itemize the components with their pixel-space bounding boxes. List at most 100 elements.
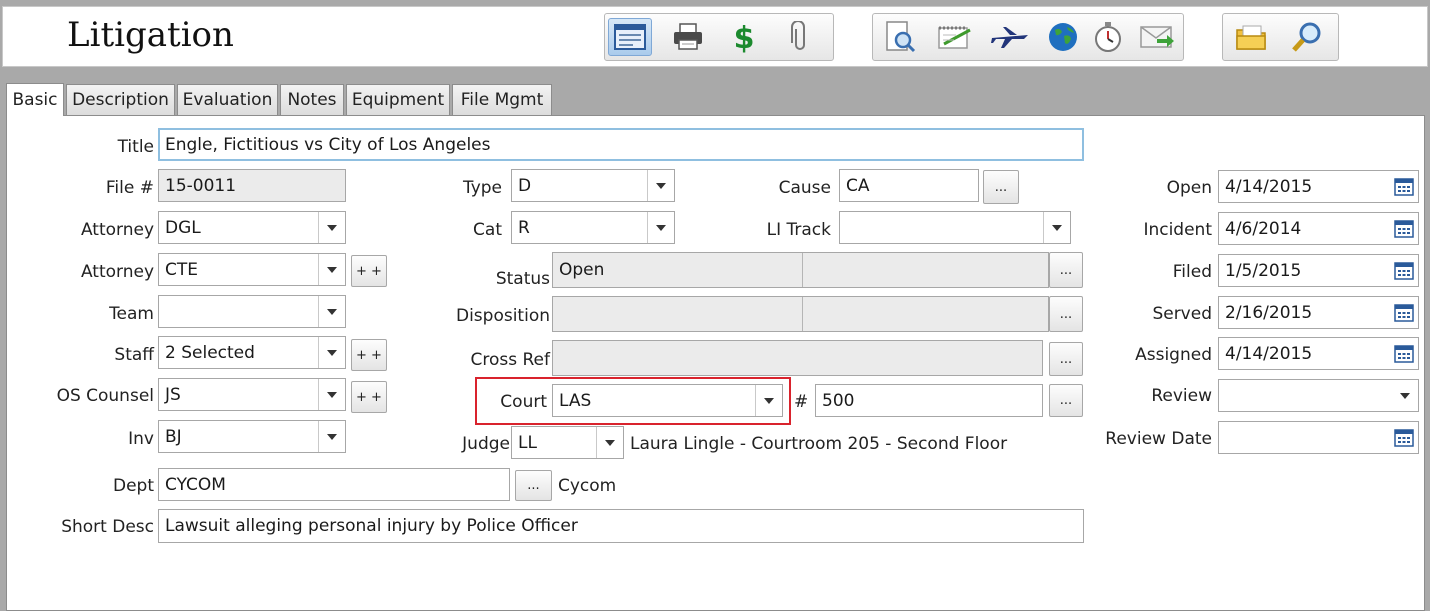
staff-dropdown-button[interactable] <box>318 337 345 368</box>
billing-button[interactable]: $ <box>722 18 766 56</box>
attorney-dropdown-button[interactable] <box>318 212 345 243</box>
filed-date-picker-button[interactable] <box>1390 255 1418 286</box>
cause-lookup-button[interactable]: ... <box>983 170 1019 204</box>
disposition-field <box>552 296 1049 332</box>
li-track-dropdown-button[interactable] <box>1043 212 1070 243</box>
served-date-label: Served <box>1152 304 1212 324</box>
review-dropdown[interactable] <box>1218 379 1419 412</box>
review-date-picker-button[interactable] <box>1390 422 1418 453</box>
tab-file-mgmt[interactable]: File Mgmt <box>452 84 552 115</box>
attorney-dropdown[interactable]: DGL <box>158 211 346 244</box>
os-counsel-dropdown[interactable]: JS <box>158 378 346 411</box>
court-number-input[interactable]: 500 <box>815 384 1043 417</box>
attorney-add-button[interactable]: + + <box>351 255 387 287</box>
inv-value: BJ <box>165 426 182 447</box>
web-button[interactable] <box>1041 18 1085 56</box>
airplane-icon <box>991 27 1028 48</box>
type-dropdown-button[interactable] <box>647 170 674 201</box>
preview-button[interactable] <box>878 18 922 56</box>
timer-button[interactable] <box>1086 18 1130 56</box>
judge-dropdown[interactable]: LL <box>511 426 624 459</box>
send-email-button[interactable] <box>1135 18 1179 56</box>
cat-dropdown-button[interactable] <box>647 212 674 243</box>
svg-text:$: $ <box>734 21 755 53</box>
judge-name-text: Laura Lingle - Courtroom 205 - Second Fl… <box>630 434 1008 454</box>
assigned-date-picker-button[interactable] <box>1390 338 1418 369</box>
short-desc-input[interactable]: Lawsuit alleging personal injury by Poli… <box>158 509 1084 543</box>
tab-description[interactable]: Description <box>66 84 175 115</box>
status-lookup-button[interactable]: ... <box>1049 252 1083 288</box>
disposition-label: Disposition <box>455 306 550 326</box>
tab-evaluation[interactable]: Evaluation <box>177 84 278 115</box>
calendar-icon <box>1394 261 1414 280</box>
attorney-value: DGL <box>165 217 201 238</box>
tab-basic[interactable]: Basic <box>6 83 64 116</box>
os-counsel-add-button[interactable]: + + <box>351 381 387 413</box>
served-date-value: 2/16/2015 <box>1225 302 1313 323</box>
review-date-input[interactable] <box>1218 421 1419 454</box>
chevron-down-icon <box>327 308 337 315</box>
status-value: Open <box>559 260 605 280</box>
assigned-date-value: 4/14/2015 <box>1225 343 1313 364</box>
toolbar-group-record: $ <box>604 13 834 61</box>
open-folder-button[interactable] <box>1229 18 1273 56</box>
open-date-picker-button[interactable] <box>1390 171 1418 202</box>
inv-dropdown-button[interactable] <box>318 421 345 452</box>
status-divider <box>802 253 803 287</box>
dept-lookup-button[interactable]: ... <box>515 470 552 501</box>
cat-value: R <box>518 217 530 238</box>
email-arrow-icon <box>1140 26 1174 48</box>
attorney-2-dropdown-button[interactable] <box>318 254 345 285</box>
notes-button[interactable] <box>932 18 976 56</box>
chevron-down-icon <box>327 266 337 273</box>
chevron-down-icon <box>605 439 615 446</box>
notepad-icon <box>938 26 971 49</box>
assigned-date-input[interactable]: 4/14/2015 <box>1218 337 1419 370</box>
dept-input[interactable]: CYCOM <box>158 468 510 501</box>
review-label: Review <box>1151 386 1212 406</box>
form-view-button[interactable] <box>608 18 652 56</box>
attorney-2-label: Attorney <box>80 262 154 282</box>
team-dropdown-button[interactable] <box>318 296 345 327</box>
court-number-lookup-button[interactable]: ... <box>1049 384 1083 417</box>
staff-dropdown[interactable]: 2 Selected <box>158 336 346 369</box>
staff-add-button[interactable]: + + <box>351 339 387 371</box>
cross-ref-lookup-button[interactable]: ... <box>1049 342 1083 376</box>
os-counsel-dropdown-button[interactable] <box>318 379 345 410</box>
attorney-2-value: CTE <box>165 259 198 280</box>
magnifier-document-icon <box>886 21 916 53</box>
review-dropdown-button[interactable] <box>1391 380 1418 411</box>
header-bar: Litigation $ <box>2 6 1428 67</box>
tab-equipment[interactable]: Equipment <box>346 84 450 115</box>
file-number-field: 15-0011 <box>158 169 346 202</box>
cat-dropdown[interactable]: R <box>511 211 675 244</box>
incident-date-label: Incident <box>1143 220 1212 240</box>
stopwatch-icon <box>1095 22 1121 52</box>
served-date-input[interactable]: 2/16/2015 <box>1218 296 1419 329</box>
court-dropdown-button[interactable] <box>755 385 782 416</box>
inv-dropdown[interactable]: BJ <box>158 420 346 453</box>
title-input[interactable]: Engle, Fictitious vs City of Los Angeles <box>158 128 1084 161</box>
li-track-dropdown[interactable] <box>839 211 1071 244</box>
print-button[interactable] <box>666 18 710 56</box>
cross-ref-field <box>552 340 1043 376</box>
incident-date-picker-button[interactable] <box>1390 213 1418 244</box>
search-button[interactable] <box>1285 18 1329 56</box>
team-dropdown[interactable] <box>158 295 346 328</box>
incident-date-input[interactable]: 4/6/2014 <box>1218 212 1419 245</box>
team-label: Team <box>109 304 154 324</box>
judge-dropdown-button[interactable] <box>596 427 623 458</box>
attorney-2-dropdown[interactable]: CTE <box>158 253 346 286</box>
open-date-input[interactable]: 4/14/2015 <box>1218 170 1419 203</box>
served-date-picker-button[interactable] <box>1390 297 1418 328</box>
type-label: Type <box>462 178 502 198</box>
attachments-button[interactable] <box>778 18 822 56</box>
disposition-lookup-button[interactable]: ... <box>1049 296 1083 332</box>
court-dropdown[interactable]: LAS <box>552 384 783 417</box>
page-title: Litigation <box>67 15 234 55</box>
type-dropdown[interactable]: D <box>511 169 675 202</box>
cause-input[interactable]: CA <box>839 169 979 202</box>
filed-date-input[interactable]: 1/5/2015 <box>1218 254 1419 287</box>
tab-notes[interactable]: Notes <box>280 84 344 115</box>
travel-button[interactable] <box>988 18 1032 56</box>
